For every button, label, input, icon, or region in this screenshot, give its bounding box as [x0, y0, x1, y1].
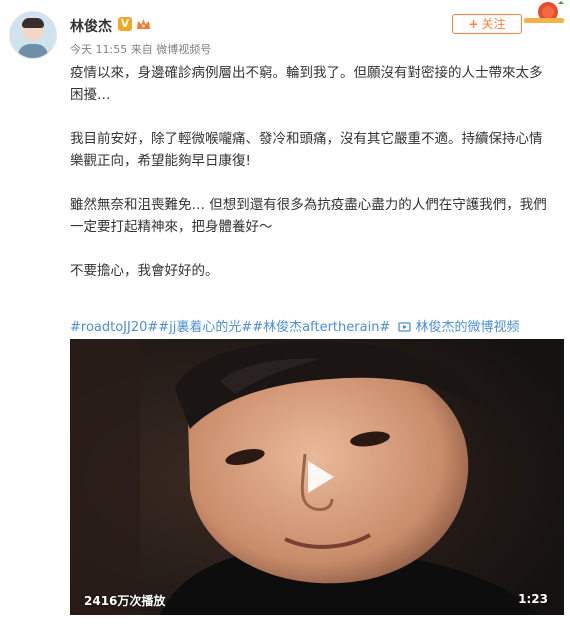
video-duration: 1:23	[518, 592, 548, 606]
avatar[interactable]	[9, 11, 57, 59]
post-paragraph: 不要擔心，我會好好的。	[70, 263, 219, 279]
festive-decoration-icon	[524, 1, 564, 23]
avatar-shirt	[18, 44, 48, 58]
user-name[interactable]: 林俊杰	[70, 16, 112, 36]
crown-icon	[137, 19, 150, 29]
post-paragraph: 雖然無奈和沮喪難免… 但想到還有很多為抗疫盡心盡力的人們在守護我們，我們一定要打…	[70, 197, 547, 235]
video-icon	[398, 322, 412, 332]
post-meta: 今天 11:55 来自 微博视频号	[70, 43, 212, 56]
plus-icon: +	[468, 17, 479, 31]
follow-label: 关注	[481, 17, 506, 31]
play-icon[interactable]	[296, 455, 340, 499]
play-count: 2416万次播放	[84, 594, 166, 608]
verified-v-icon: V	[118, 17, 132, 31]
post-paragraph: 我目前安好，除了輕微喉嚨痛、發冷和頭痛，沒有其它嚴重不適。持續保持心情樂觀正向，…	[70, 131, 543, 169]
video-source-link[interactable]: 林俊杰的微博视频	[415, 320, 519, 335]
video-player[interactable]: 2416万次播放 1:23	[70, 339, 564, 615]
follow-button[interactable]: + 关注	[452, 14, 522, 34]
post-text: 疫情以來，身邊確診病例層出不窮。輪到我了。但願沒有對密接的人士帶來太多困擾… 我…	[70, 62, 550, 282]
avatar-hair	[22, 18, 44, 28]
post-paragraph: 疫情以來，身邊確診病例層出不窮。輪到我了。但願沒有對密接的人士帶來太多困擾…	[70, 65, 543, 103]
tags-line: #roadtoJJ20##jj裏着心的光##林俊杰aftertherain# 林…	[70, 316, 519, 335]
hashtag-links[interactable]: #roadtoJJ20##jj裏着心的光##林俊杰aftertherain#	[70, 320, 390, 335]
